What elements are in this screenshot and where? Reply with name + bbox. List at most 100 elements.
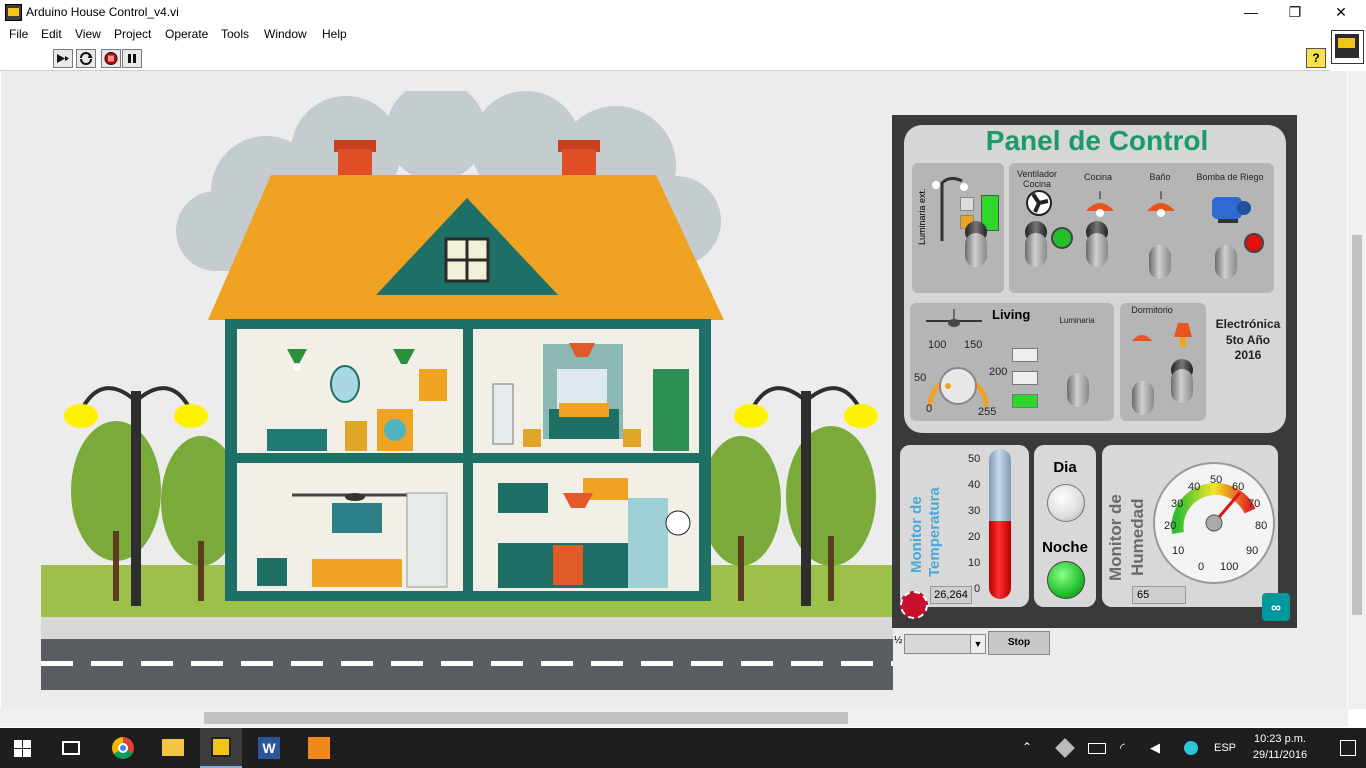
panel-title: Panel de Control: [985, 125, 1209, 156]
menu-project[interactable]: Project: [114, 27, 151, 41]
hum-tick-100: 100: [1220, 561, 1239, 573]
labview-taskbar-icon[interactable]: [200, 728, 242, 768]
cocina-label: Cocina: [1083, 172, 1112, 182]
luminaria-ext-label: Luminaria ext.: [917, 188, 927, 245]
temperature-label-2: Temperatura: [926, 487, 943, 577]
bomba-toggle[interactable]: [1215, 245, 1237, 279]
hum-tick-10: 10: [1172, 545, 1185, 557]
room-bedroom: [473, 329, 699, 453]
menu-operate[interactable]: Operate: [165, 27, 208, 41]
fan-toggle[interactable]: [1025, 233, 1047, 267]
menu-bar: File Edit View Project Operate Tools Win…: [0, 24, 1366, 44]
bano-label: Baño: [1149, 172, 1171, 182]
hum-tick-40: 40: [1188, 481, 1201, 493]
dia-label: Dia: [1053, 459, 1077, 476]
app-tray-icon[interactable]: [1184, 741, 1198, 755]
pause-icon[interactable]: [122, 49, 142, 68]
knob-tick-255: 255: [978, 406, 997, 418]
humidity-value: 65: [1132, 586, 1186, 604]
volume-icon[interactable]: ◀: [1150, 740, 1160, 756]
noche-led: [1047, 561, 1085, 599]
clock-date[interactable]: 29/11/2016: [1248, 749, 1312, 761]
chevron-up-icon[interactable]: ⌃: [1022, 740, 1032, 754]
dormitorio-lamp-icons: [1132, 323, 1192, 347]
tree-lamp-right: [701, 386, 878, 606]
close-button[interactable]: ✕: [1318, 0, 1364, 24]
pump-led: [1244, 233, 1264, 253]
house-body: [225, 319, 711, 601]
ceiling-fan-icon: [926, 309, 982, 327]
living-label: Living: [992, 307, 1031, 322]
serial-port-select[interactable]: ▼: [904, 634, 986, 654]
electronica-label: Electrónica: [1215, 317, 1281, 331]
fan-led: [1051, 227, 1073, 249]
year-label: 2016: [1234, 348, 1262, 362]
menu-tools[interactable]: Tools: [221, 27, 249, 41]
temp-tick-20: 20: [968, 531, 981, 543]
bano-toggle[interactable]: [1149, 245, 1171, 279]
anio-label: 5to Año: [1225, 333, 1271, 347]
cocina-toggle[interactable]: [1086, 233, 1108, 267]
vertical-scrollbar[interactable]: [1348, 71, 1366, 709]
run-continuously-icon[interactable]: [76, 49, 96, 68]
menu-edit[interactable]: Edit: [41, 27, 62, 41]
menu-help[interactable]: Help: [322, 27, 347, 41]
chevron-down-icon[interactable]: ▼: [970, 635, 985, 653]
menu-file[interactable]: File: [9, 27, 28, 41]
dormitorio-label: Dormitorio: [1131, 305, 1173, 315]
dormitorio-toggle-1[interactable]: [1132, 381, 1154, 415]
living-level-3: [1012, 394, 1038, 408]
menu-view[interactable]: View: [75, 27, 101, 41]
ventilador-cocina-label: Ventilador Cocina: [1016, 169, 1058, 189]
gear-logo-icon: [900, 591, 928, 619]
living-level-2: [1012, 371, 1038, 385]
chrome-icon[interactable]: [112, 737, 134, 759]
toolbar: ?: [0, 44, 1330, 71]
windows-start-icon[interactable]: [14, 740, 31, 757]
water-pump-icon: [1212, 197, 1251, 223]
context-help-button[interactable]: ?: [1306, 48, 1326, 68]
hum-tick-0: 0: [1198, 561, 1205, 573]
humidity-label-1: Monitor de: [1106, 494, 1125, 581]
pdf-app-icon[interactable]: [308, 737, 330, 759]
dia-led: [1047, 484, 1085, 522]
dropbox-icon[interactable]: [1055, 738, 1075, 758]
window-title: Arduino House Control_v4.vi: [26, 5, 179, 19]
minimize-button[interactable]: —: [1228, 0, 1274, 24]
file-explorer-icon[interactable]: [162, 739, 184, 756]
knob-tick-150: 150: [964, 339, 983, 351]
luminaria-ext-toggle[interactable]: [965, 233, 987, 267]
battery-icon[interactable]: [1088, 743, 1106, 754]
clock-time[interactable]: 10:23 p.m.: [1250, 733, 1310, 745]
arduino-logo-icon: ∞: [1262, 593, 1290, 621]
temp-tick-30: 30: [968, 505, 981, 517]
notifications-icon[interactable]: [1340, 740, 1356, 756]
wifi-icon[interactable]: ◜: [1120, 740, 1125, 756]
tree-lamp-left: [64, 386, 241, 606]
hum-tick-60: 60: [1232, 481, 1245, 493]
run-arrow-icon[interactable]: [53, 49, 73, 68]
temp-tick-0: 0: [974, 583, 981, 595]
knob-tick-50: 50: [914, 372, 927, 384]
bathroom-lamp-icon: [1147, 191, 1175, 217]
abort-execution-icon[interactable]: [101, 49, 121, 68]
thermometer-fill: [989, 521, 1011, 599]
thermometer: [989, 449, 1011, 599]
language-indicator[interactable]: ESP: [1214, 742, 1236, 754]
vi-icon[interactable]: [1331, 30, 1364, 64]
bomba-label: Bomba de Riego: [1196, 172, 1264, 182]
dormitorio-toggle-2[interactable]: [1171, 369, 1193, 403]
maximize-button[interactable]: ❐: [1272, 0, 1318, 24]
task-view-icon[interactable]: [62, 741, 80, 755]
menu-window[interactable]: Window: [264, 27, 307, 41]
stop-button[interactable]: Stop: [988, 631, 1050, 655]
sidewalk: [41, 617, 893, 639]
horizontal-scrollbar[interactable]: [0, 709, 1348, 727]
temperature-label-1: Monitor de: [908, 496, 925, 573]
room-living: [237, 463, 463, 591]
hum-tick-20: 20: [1164, 520, 1177, 532]
knob-tick-200: 200: [989, 366, 1008, 378]
front-panel-canvas: Panel de Control Luminaria ext. Ventilad…: [1, 71, 1347, 709]
living-toggle[interactable]: [1067, 373, 1089, 407]
word-icon[interactable]: W: [258, 737, 280, 759]
